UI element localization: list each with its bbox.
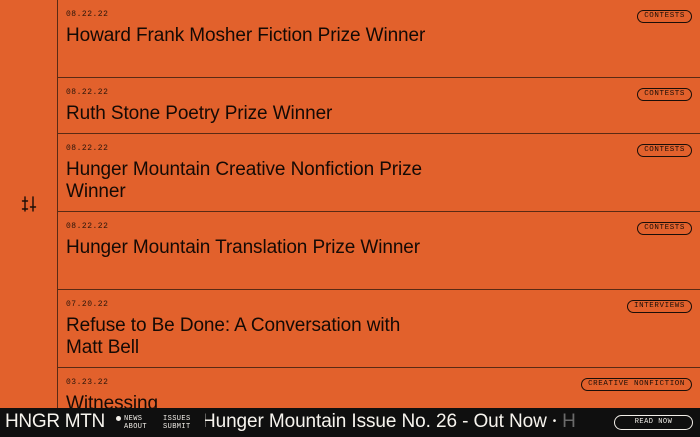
article-title[interactable]: Howard Frank Mosher Fiction Prize Winner [66,25,426,47]
article-item[interactable]: 08.22.22 Ruth Stone Poetry Prize Winner … [58,78,700,134]
read-now-button[interactable]: READ NOW [614,415,693,430]
category-tag[interactable]: CONTESTS [637,88,692,101]
article-date: 08.22.22 [66,144,109,153]
status-dot-icon [116,416,121,421]
ticker-next-headline: H [562,411,576,432]
article-item[interactable]: 08.22.22 Hunger Mountain Translation Pri… [58,212,700,290]
nav-issues-link[interactable]: ISSUES [163,415,191,423]
category-tag[interactable]: INTERVIEWS [626,300,692,313]
nav-submit-link[interactable]: SUBMIT [163,423,191,431]
category-tag[interactable]: CONTESTS [637,10,692,23]
nav-news-link[interactable]: NEWS [124,415,147,423]
article-title[interactable]: Witnessing [66,393,426,408]
category-tag[interactable]: CREATIVE NONFICTION [581,378,692,391]
footer-nav-left: NEWS ABOUT [124,415,147,431]
article-title[interactable]: Refuse to Be Done: A Conversation with M… [66,315,426,359]
ticker-headline: Hunger Mountain Issue No. 26 - Out Now [205,411,547,432]
news-ticker[interactable]: Hunger Mountain Issue No. 26 - Out Now • H [205,408,607,437]
footer-bar: HNGR MTN NEWS ABOUT ISSUES SUBMIT Hunger… [0,408,700,437]
sidebar [0,0,58,408]
article-title[interactable]: Hunger Mountain Creative Nonfiction Priz… [66,159,426,203]
category-tag[interactable]: CONTESTS [637,144,692,157]
article-date: 08.22.22 [66,222,109,231]
category-tag[interactable]: CONTESTS [637,222,692,235]
article-item[interactable]: 07.20.22 Refuse to Be Done: A Conversati… [58,290,700,368]
article-item[interactable]: 08.22.22 Howard Frank Mosher Fiction Pri… [58,0,700,78]
sliders-icon[interactable] [21,196,37,212]
nav-about-link[interactable]: ABOUT [124,423,147,431]
article-list: 08.22.22 Howard Frank Mosher Fiction Pri… [58,0,700,408]
article-date: 08.22.22 [66,10,109,19]
ticker-separator-icon: • [552,416,557,428]
article-item[interactable]: 03.23.22 Witnessing CREATIVE NONFICTION [58,368,700,408]
article-title[interactable]: Ruth Stone Poetry Prize Winner [66,103,426,125]
article-item[interactable]: 08.22.22 Hunger Mountain Creative Nonfic… [58,134,700,212]
article-date: 08.22.22 [66,88,109,97]
article-title[interactable]: Hunger Mountain Translation Prize Winner [66,237,426,259]
site-logo[interactable]: HNGR MTN [5,411,105,433]
ticker-text: Hunger Mountain Issue No. 26 - Out Now • H [205,411,576,433]
article-date: 07.20.22 [66,300,109,309]
footer-nav-right: ISSUES SUBMIT [163,415,191,431]
